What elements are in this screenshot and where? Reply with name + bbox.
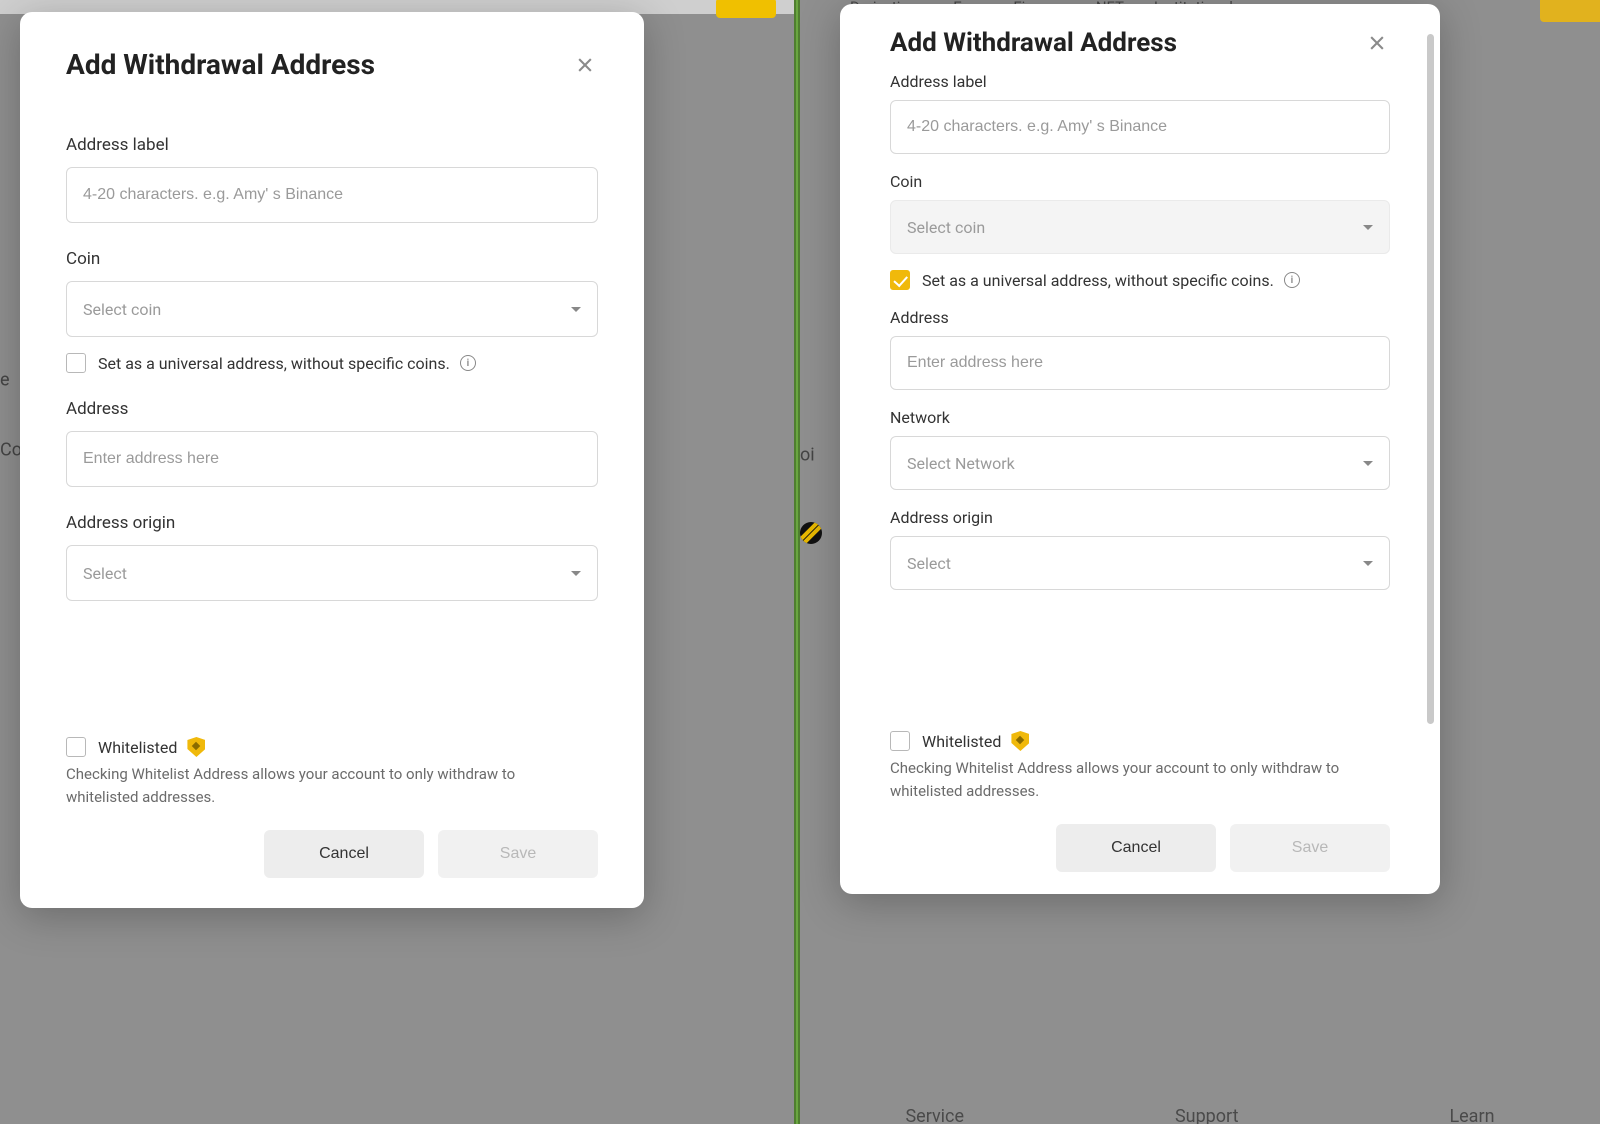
field-label: Coin [66, 249, 598, 269]
modal-title: Add Withdrawal Address [890, 28, 1177, 58]
coin-icon [800, 522, 822, 544]
field-label: Address label [66, 135, 598, 155]
bg-text-fragment: oi [800, 445, 815, 466]
field-network: Network Select Network [890, 408, 1390, 490]
chevron-down-icon [571, 571, 581, 576]
deposit-button-partial [1540, 0, 1600, 22]
address-label-input[interactable] [890, 100, 1390, 154]
cancel-button[interactable]: Cancel [264, 830, 424, 878]
checkbox-label: Whitelisted [98, 737, 205, 757]
checkbox-label-text: Set as a universal address, without spec… [922, 271, 1274, 290]
field-address-origin: Address origin Select [890, 508, 1390, 590]
checkbox-label: Set as a universal address, without spec… [922, 271, 1300, 290]
cancel-button[interactable]: Cancel [1056, 824, 1216, 872]
select-placeholder: Select coin [907, 218, 985, 237]
footer-item: Learn [1449, 1106, 1494, 1124]
address-input[interactable] [890, 336, 1390, 390]
chevron-down-icon [1363, 225, 1373, 230]
shield-icon [1011, 731, 1029, 751]
whitelist-checkbox[interactable] [890, 731, 910, 751]
chevron-down-icon [571, 307, 581, 312]
field-address-origin: Address origin Select [66, 513, 598, 601]
shield-icon [187, 737, 205, 757]
info-icon[interactable]: i [460, 355, 476, 371]
field-coin: Coin Select coin Set as a universal addr… [890, 172, 1390, 290]
address-label-input[interactable] [66, 167, 598, 223]
whitelist-checkbox-row: Whitelisted [890, 731, 1390, 751]
universal-address-checkbox[interactable] [890, 270, 910, 290]
address-origin-select[interactable]: Select [66, 545, 598, 601]
save-button[interactable]: Save [1230, 824, 1390, 872]
screenshot-left: e Coi Add Withdrawal Address Address lab… [0, 0, 800, 1124]
screenshot-right: Derivatives Earn Finance NFT Institution… [800, 0, 1600, 1124]
whitelist-block: Whitelisted Checking Whitelist Address a… [66, 737, 598, 808]
chevron-down-icon [1363, 461, 1373, 466]
whitelist-checkbox[interactable] [66, 737, 86, 757]
modal-title: Add Withdrawal Address [66, 48, 375, 81]
close-icon[interactable] [572, 52, 598, 78]
whitelist-help-text: Checking Whitelist Address allows your a… [66, 763, 566, 808]
yellow-pill-button [716, 0, 776, 18]
field-coin: Coin Select coin Set as a universal addr… [66, 249, 598, 373]
footer-behind-modal: Service Support Learn [800, 1106, 1600, 1124]
save-button[interactable]: Save [438, 830, 598, 878]
universal-address-checkbox-row: Set as a universal address, without spec… [890, 270, 1390, 290]
field-label: Address label [890, 72, 1390, 91]
whitelist-label-text: Whitelisted [922, 732, 1001, 751]
footer-item: Support [1175, 1106, 1239, 1124]
field-address-label: Address label [890, 72, 1390, 154]
close-icon[interactable] [1364, 30, 1390, 56]
field-label: Address [890, 308, 1390, 327]
checkbox-label: Set as a universal address, without spec… [98, 354, 476, 373]
field-label: Network [890, 408, 1390, 427]
address-origin-select[interactable]: Select [890, 536, 1390, 590]
modal-header: Add Withdrawal Address [66, 48, 598, 81]
field-address: Address [66, 399, 598, 487]
add-withdrawal-address-modal: Add Withdrawal Address Address label Coi… [840, 4, 1440, 894]
modal-header: Add Withdrawal Address [890, 28, 1390, 58]
field-label: Address origin [66, 513, 598, 533]
universal-address-checkbox-row: Set as a universal address, without spec… [66, 353, 598, 373]
field-address: Address [890, 308, 1390, 390]
network-select[interactable]: Select Network [890, 436, 1390, 490]
whitelist-label-text: Whitelisted [98, 738, 177, 757]
scrollbar[interactable] [1427, 34, 1434, 724]
whitelist-checkbox-row: Whitelisted [66, 737, 598, 757]
select-placeholder: Select [83, 564, 127, 583]
field-address-label: Address label [66, 135, 598, 223]
checkbox-label: Whitelisted [922, 731, 1029, 751]
chevron-down-icon [1363, 561, 1373, 566]
checkbox-label-text: Set as a universal address, without spec… [98, 354, 450, 373]
field-label: Coin [890, 172, 1390, 191]
footer-item: Service [905, 1106, 964, 1124]
universal-address-checkbox[interactable] [66, 353, 86, 373]
whitelist-block: Whitelisted Checking Whitelist Address a… [890, 731, 1390, 802]
whitelist-help-text: Checking Whitelist Address allows your a… [890, 757, 1390, 802]
select-placeholder: Select Network [907, 454, 1015, 473]
address-input[interactable] [66, 431, 598, 487]
info-icon[interactable]: i [1284, 272, 1300, 288]
field-label: Address origin [890, 508, 1390, 527]
coin-select[interactable]: Select coin [890, 200, 1390, 254]
select-placeholder: Select coin [83, 300, 161, 319]
bg-text-fragment: e [0, 370, 10, 391]
coin-select[interactable]: Select coin [66, 281, 598, 337]
field-label: Address [66, 399, 598, 419]
modal-footer-buttons: Cancel Save [66, 830, 598, 878]
select-placeholder: Select [907, 554, 951, 573]
modal-footer-buttons: Cancel Save [890, 824, 1390, 872]
add-withdrawal-address-modal: Add Withdrawal Address Address label Coi… [20, 12, 644, 908]
